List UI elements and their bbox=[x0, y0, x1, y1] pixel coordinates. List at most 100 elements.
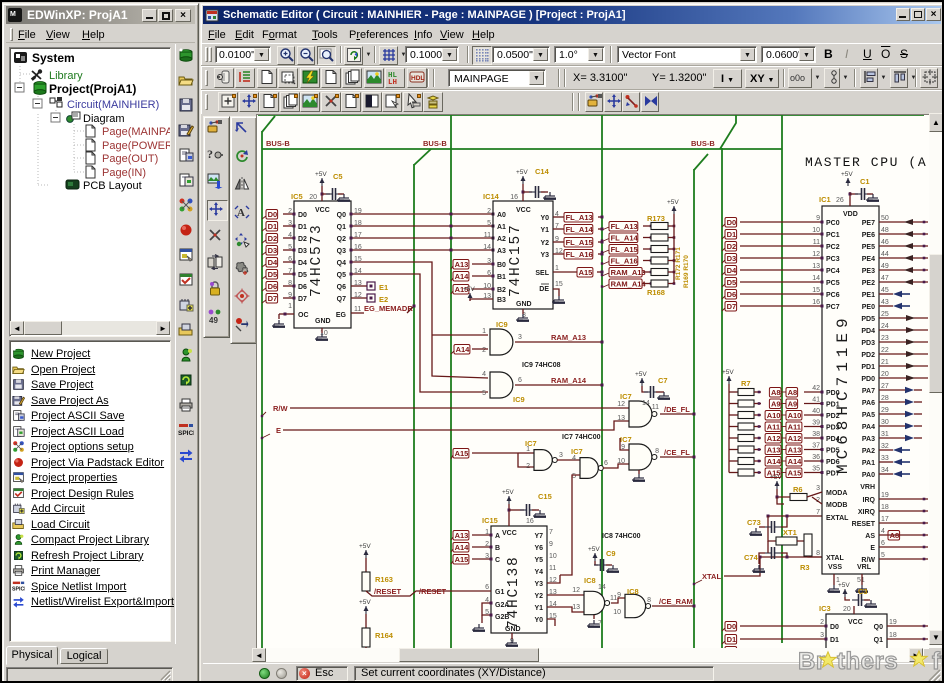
svg-text:FL_A15: FL_A15 bbox=[566, 238, 593, 247]
svg-text:PC6: PC6 bbox=[826, 292, 840, 299]
svg-text:11: 11 bbox=[549, 565, 556, 572]
svg-text:A15: A15 bbox=[788, 469, 802, 478]
svg-text:PC7: PC7 bbox=[826, 304, 840, 311]
svg-text:22: 22 bbox=[881, 347, 889, 354]
svg-text:G1: G1 bbox=[495, 589, 504, 596]
svg-text:3: 3 bbox=[816, 485, 820, 492]
svg-text:R7: R7 bbox=[741, 379, 751, 388]
svg-text:PE1: PE1 bbox=[862, 292, 875, 299]
svg-text:6: 6 bbox=[485, 584, 489, 591]
svg-text:Library: Library bbox=[49, 70, 83, 82]
svg-text:43: 43 bbox=[881, 299, 889, 306]
svg-text:9: 9 bbox=[549, 541, 553, 548]
svg-text:D1: D1 bbox=[727, 230, 737, 239]
svg-text:A11: A11 bbox=[788, 423, 801, 432]
svg-text:1: 1 bbox=[555, 265, 559, 272]
svg-text:PE7: PE7 bbox=[862, 220, 875, 227]
svg-text:PD3: PD3 bbox=[861, 340, 875, 347]
svg-text:Page(POWER: Page(POWER bbox=[102, 140, 170, 152]
svg-text:MODB: MODB bbox=[826, 502, 847, 509]
svg-text:VCC: VCC bbox=[315, 207, 330, 214]
svg-text:HDL: HDL bbox=[411, 75, 424, 82]
svg-text:R3: R3 bbox=[800, 563, 810, 572]
svg-text:14: 14 bbox=[598, 584, 606, 591]
svg-text:IC7: IC7 bbox=[620, 435, 632, 444]
svg-text:PA5: PA5 bbox=[862, 412, 875, 419]
svg-text:Circuit(MAINHIER): Circuit(MAINHIER) bbox=[67, 99, 159, 111]
svg-text:4: 4 bbox=[881, 528, 885, 535]
svg-text:PC5: PC5 bbox=[826, 280, 840, 287]
svg-text:15: 15 bbox=[812, 287, 820, 294]
svg-text:C14: C14 bbox=[535, 167, 550, 176]
svg-text:thers: thers bbox=[837, 648, 898, 675]
svg-text:13: 13 bbox=[617, 415, 625, 422]
svg-text:2: 2 bbox=[487, 208, 491, 215]
svg-text:18: 18 bbox=[889, 632, 897, 639]
svg-text:XTAL: XTAL bbox=[702, 572, 721, 581]
svg-text:C73: C73 bbox=[747, 518, 761, 527]
svg-text:24: 24 bbox=[881, 323, 889, 330]
svg-text:RAM_A14: RAM_A14 bbox=[551, 376, 587, 385]
svg-text:38: 38 bbox=[812, 431, 820, 438]
svg-text:/RESET: /RESET bbox=[374, 587, 402, 596]
svg-text:26: 26 bbox=[836, 197, 844, 204]
svg-text:SEL: SEL bbox=[535, 270, 549, 277]
svg-text:PC2: PC2 bbox=[826, 244, 840, 251]
svg-text:27: 27 bbox=[881, 383, 889, 390]
svg-text:R/W: R/W bbox=[861, 557, 875, 564]
svg-text:Page(IN): Page(IN) bbox=[102, 167, 146, 179]
svg-text:48: 48 bbox=[881, 227, 889, 234]
svg-text:XT1: XT1 bbox=[783, 528, 797, 537]
svg-text:D0: D0 bbox=[298, 212, 307, 219]
svg-text:Diagram: Diagram bbox=[83, 113, 125, 125]
svg-text:45: 45 bbox=[881, 287, 889, 294]
svg-text:42: 42 bbox=[812, 385, 820, 392]
svg-text:PA6: PA6 bbox=[862, 400, 875, 407]
svg-text:Q6: Q6 bbox=[337, 284, 346, 291]
svg-text:D0: D0 bbox=[727, 622, 737, 631]
svg-text:PC3: PC3 bbox=[826, 256, 840, 263]
svg-text:4: 4 bbox=[572, 455, 576, 462]
svg-text:FL_A15: FL_A15 bbox=[611, 245, 638, 254]
svg-text:PC4: PC4 bbox=[826, 268, 840, 275]
svg-text:A13: A13 bbox=[455, 531, 469, 540]
svg-text:2: 2 bbox=[820, 619, 824, 626]
svg-text:VDD: VDD bbox=[843, 211, 858, 218]
svg-text:PD4: PD4 bbox=[861, 328, 875, 335]
svg-text:A1: A1 bbox=[497, 224, 506, 231]
svg-text:IC9: IC9 bbox=[496, 320, 508, 329]
svg-text:B: B bbox=[495, 545, 500, 552]
svg-text:C9: C9 bbox=[606, 549, 616, 558]
svg-text:PE4: PE4 bbox=[862, 256, 875, 263]
svg-text:EXTAL: EXTAL bbox=[826, 515, 849, 522]
svg-text:AS: AS bbox=[865, 533, 875, 540]
svg-text:R172 R171: R172 R171 bbox=[675, 247, 682, 280]
svg-text:4: 4 bbox=[482, 371, 486, 378]
svg-text:D3: D3 bbox=[298, 248, 307, 255]
svg-text:Q5: Q5 bbox=[337, 272, 346, 279]
svg-text:Br: Br bbox=[798, 648, 826, 675]
svg-text:IRQ: IRQ bbox=[863, 497, 876, 504]
svg-text:E: E bbox=[276, 426, 281, 435]
svg-text:Page(OUT): Page(OUT) bbox=[102, 153, 158, 165]
svg-text:FL_A14: FL_A14 bbox=[566, 225, 594, 234]
svg-text:E2: E2 bbox=[379, 295, 388, 304]
svg-text:Q2: Q2 bbox=[337, 236, 346, 243]
svg-text:9: 9 bbox=[816, 215, 820, 222]
svg-text:D5: D5 bbox=[727, 278, 737, 287]
svg-text:+5V: +5V bbox=[588, 546, 600, 553]
svg-text:IC3: IC3 bbox=[819, 604, 831, 613]
svg-text:Y0: Y0 bbox=[534, 617, 543, 624]
svg-text:C7: C7 bbox=[658, 376, 668, 385]
svg-text:49: 49 bbox=[209, 316, 218, 324]
svg-text:VCC: VCC bbox=[848, 619, 863, 626]
svg-text:Q7: Q7 bbox=[337, 296, 346, 303]
svg-text:PE6: PE6 bbox=[862, 232, 875, 239]
svg-text:Y4: Y4 bbox=[534, 569, 543, 576]
svg-text:A15: A15 bbox=[455, 449, 469, 458]
svg-text:+5V: +5V bbox=[838, 582, 850, 589]
svg-text:20: 20 bbox=[881, 371, 889, 378]
svg-text:A8: A8 bbox=[890, 531, 900, 540]
svg-text:R/W: R/W bbox=[273, 404, 289, 413]
svg-text:7: 7 bbox=[549, 529, 553, 536]
